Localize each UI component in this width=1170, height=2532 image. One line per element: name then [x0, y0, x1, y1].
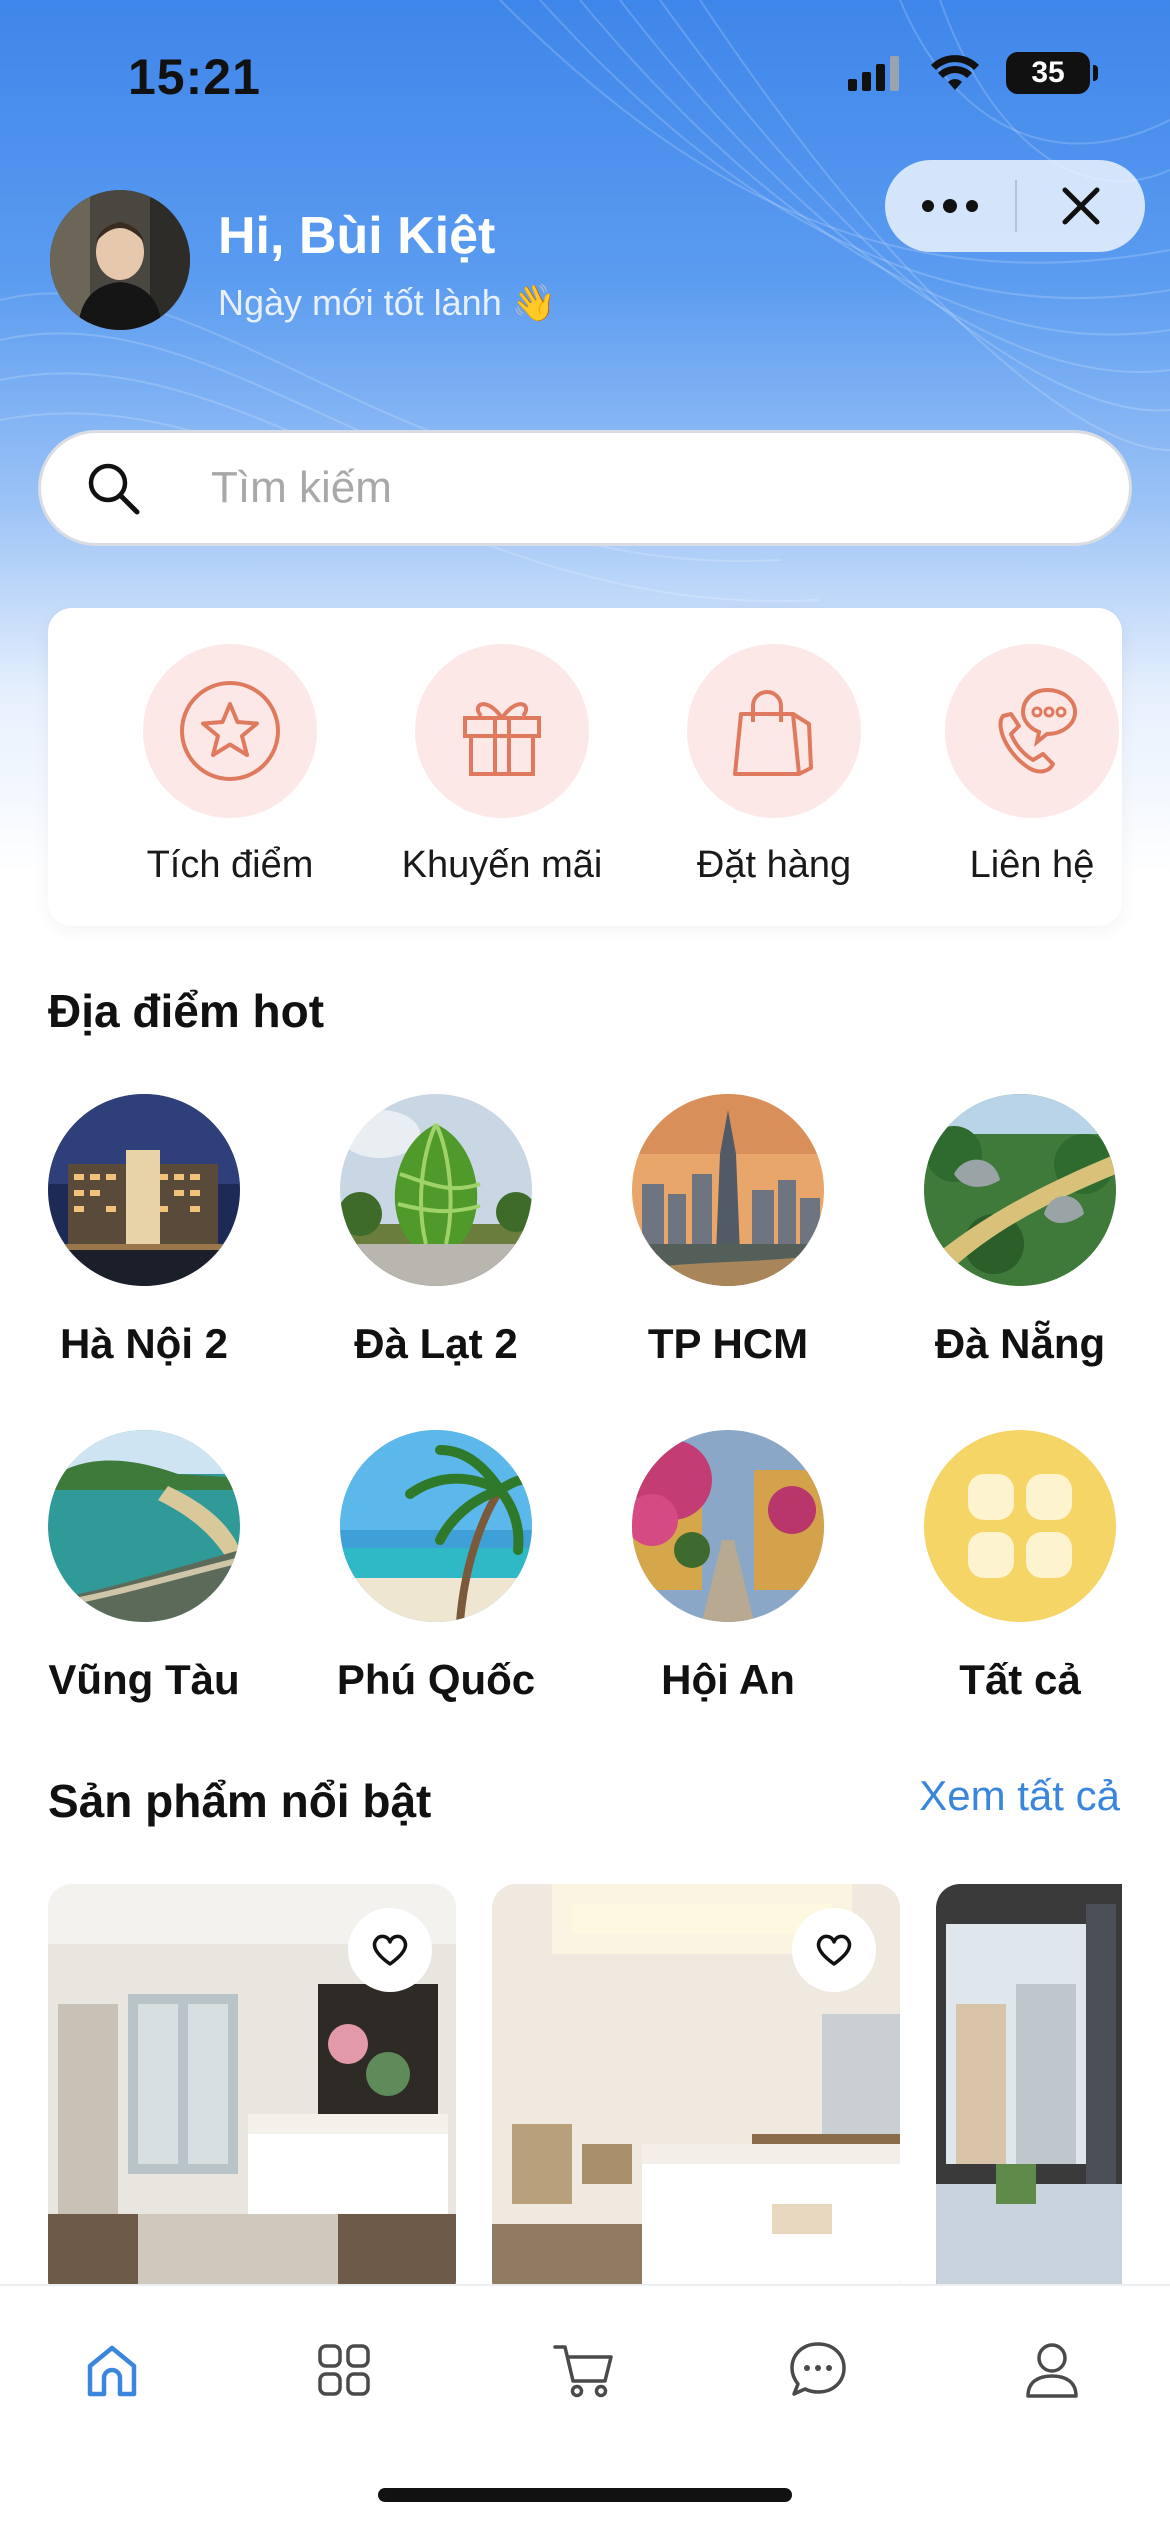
grid-icon — [318, 2344, 370, 2396]
action-label: Khuyến mãi — [401, 844, 603, 886]
product-image — [936, 1884, 1122, 2284]
battery-level: 35 — [1031, 56, 1065, 89]
shopping-bag-icon — [733, 690, 813, 776]
cellular-signal-icon — [848, 56, 899, 91]
avatar[interactable] — [50, 190, 190, 330]
tab-categories[interactable] — [284, 2320, 404, 2420]
place-da-lat[interactable]: Đà Lạt 2 — [306, 1094, 566, 1368]
tab-cart[interactable] — [524, 2320, 644, 2420]
place-label: Tất cả — [959, 1656, 1081, 1703]
action-tich-diem[interactable]: Tích điểm — [110, 644, 350, 887]
place-label: Hội An — [661, 1656, 795, 1703]
place-label: Vũng Tàu — [48, 1656, 240, 1703]
heart-icon — [372, 1934, 408, 1966]
place-vung-tau[interactable]: Vũng Tàu — [14, 1430, 274, 1704]
action-label: Đặt hàng — [696, 844, 852, 886]
place-image — [48, 1094, 240, 1286]
profile-icon — [1026, 2343, 1078, 2398]
hot-places-title: Địa điểm hot — [48, 985, 325, 1037]
tab-home[interactable] — [52, 2320, 172, 2420]
place-image — [924, 1430, 1116, 1622]
action-dat-hang[interactable]: Đặt hàng — [654, 644, 894, 887]
chat-icon — [790, 2342, 846, 2396]
search-icon — [88, 463, 140, 515]
cart-icon — [553, 2345, 613, 2398]
action-label: Tích điểm — [146, 844, 314, 886]
see-all-link[interactable]: Xem tất cả — [919, 1772, 1120, 1820]
miniapp-capsule — [885, 160, 1145, 252]
more-dots-icon — [922, 199, 978, 213]
greeting: Hi, Bùi Kiệt — [218, 207, 496, 265]
status-bar: 15:21 35 — [0, 0, 1170, 150]
place-label: Phú Quốc — [336, 1656, 536, 1703]
heart-icon — [816, 1934, 852, 1966]
phone-chat-icon — [998, 687, 1078, 774]
action-label: Liên hệ — [969, 844, 1095, 886]
place-image — [340, 1430, 532, 1622]
place-ha-noi[interactable]: Hà Nội 2 — [14, 1094, 274, 1368]
favorite-button[interactable] — [792, 1908, 876, 1992]
quick-actions-card: Tích điểm Khuyến mãi Đặt hàng Liên hệ — [48, 608, 1122, 926]
home-indicator — [378, 2488, 792, 2502]
place-image — [924, 1094, 1116, 1286]
action-khuyen-mai[interactable]: Khuyến mãi — [382, 644, 622, 887]
search-bar[interactable] — [38, 430, 1132, 546]
status-time: 15:21 — [128, 49, 261, 105]
place-label: Đà Nẵng — [934, 1320, 1106, 1367]
place-image — [632, 1430, 824, 1622]
action-lien-he[interactable]: Liên hệ — [912, 644, 1152, 887]
home-icon — [87, 2345, 137, 2397]
star-badge-icon — [180, 681, 280, 781]
product-card[interactable] — [936, 1884, 1122, 2284]
wifi-icon — [931, 55, 979, 90]
favorite-button[interactable] — [348, 1908, 432, 1992]
place-phu-quoc[interactable]: Phú Quốc — [306, 1430, 566, 1704]
place-label: Hà Nội 2 — [59, 1320, 229, 1367]
place-label: Đà Lạt 2 — [354, 1320, 518, 1367]
place-image — [340, 1094, 532, 1286]
place-image — [48, 1430, 240, 1622]
close-button[interactable] — [1017, 160, 1145, 252]
place-hoi-an[interactable]: Hội An — [598, 1430, 858, 1704]
all-grid-icon — [968, 1474, 1072, 1578]
place-tp-hcm[interactable]: TP HCM — [598, 1094, 858, 1368]
search-input[interactable] — [211, 463, 1011, 513]
place-image — [632, 1094, 824, 1286]
tab-profile[interactable] — [992, 2320, 1112, 2420]
place-da-nang[interactable]: Đà Nẵng — [890, 1094, 1150, 1368]
gift-icon — [463, 702, 541, 776]
close-icon — [1062, 187, 1100, 225]
featured-title: Sản phẩm nổi bật — [48, 1775, 432, 1827]
product-card[interactable] — [492, 1884, 900, 2284]
more-button[interactable] — [885, 160, 1015, 252]
place-label: TP HCM — [647, 1320, 809, 1367]
product-card[interactable] — [48, 1884, 456, 2284]
greeting-subtitle: Ngày mới tốt lành 👋 — [218, 282, 557, 323]
battery-icon: 35 — [1006, 52, 1098, 94]
place-all[interactable]: Tất cả — [890, 1430, 1150, 1704]
tab-messages[interactable] — [758, 2320, 878, 2420]
featured-products — [48, 1884, 1122, 2284]
